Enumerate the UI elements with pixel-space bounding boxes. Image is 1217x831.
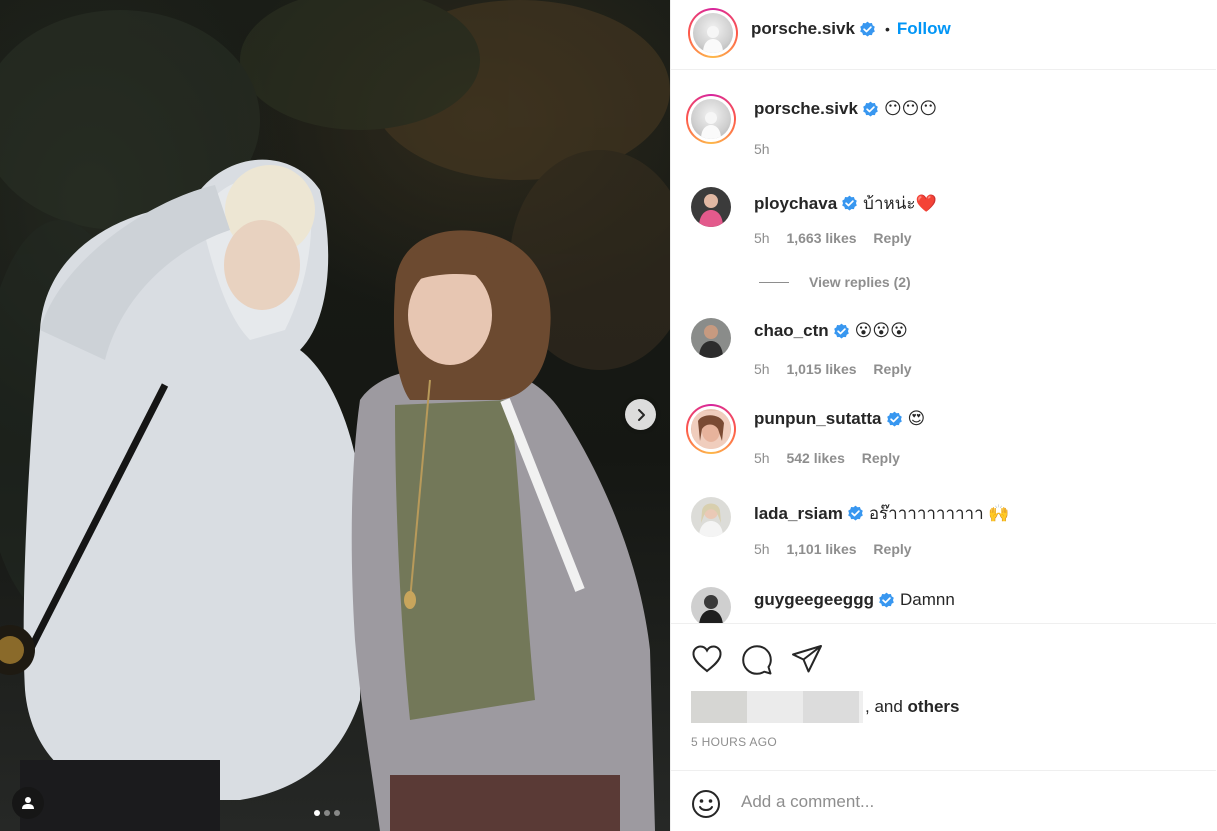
comment-username[interactable]: chao_ctn (754, 321, 829, 341)
caption-text: 😶😶😶 (883, 99, 938, 118)
verified-badge-icon (833, 323, 849, 338)
commenter-avatar[interactable] (686, 404, 736, 454)
header-separator: • (884, 21, 890, 37)
comment-time[interactable]: 5h (754, 361, 770, 377)
comment-time[interactable]: 5h (754, 230, 770, 246)
avatar-photo (703, 26, 723, 53)
verified-badge-icon (863, 101, 878, 116)
post-actions: , and others 5 HOURS AGO (671, 623, 1216, 770)
avatar-photo (691, 497, 731, 537)
tagged-users-button[interactable] (12, 787, 44, 819)
liked-by-avatar-blurred (803, 691, 859, 723)
commenter-avatar[interactable] (691, 318, 731, 358)
avatar-photo (692, 411, 730, 449)
verified-badge-icon (860, 21, 875, 36)
verified-badge-icon (886, 411, 902, 426)
avatar-photo (691, 187, 731, 227)
commenter-avatar[interactable] (691, 587, 731, 623)
comment-likes[interactable]: 1,015 likes (786, 361, 856, 377)
carousel-dot (324, 810, 330, 816)
chevron-right-icon (637, 408, 645, 421)
commenter-avatar[interactable] (691, 187, 731, 227)
liked-by[interactable]: , and others (691, 691, 960, 723)
caption-username[interactable]: porsche.sivk (754, 99, 858, 119)
comments-list[interactable]: porsche.sivk 😶😶😶 5h ploychava บ้าหน่ะ❤️ … (671, 71, 1216, 623)
view-replies-label[interactable]: View replies (2) (809, 274, 911, 290)
reply-button[interactable]: Reply (862, 450, 900, 466)
comment-text: อร๊าาาาาาาาาา 🙌 (868, 504, 1010, 523)
caption-avatar[interactable] (686, 94, 736, 144)
comment-username[interactable]: punpun_sutatta (754, 409, 882, 429)
avatar-photo (691, 318, 731, 358)
comment-text: บ้าหน่ะ❤️ (863, 194, 937, 213)
liked-by-others-link[interactable]: others (908, 697, 960, 716)
next-photo-button[interactable] (625, 399, 656, 430)
reply-button[interactable]: Reply (873, 361, 911, 377)
liked-by-avatar-blurred (859, 691, 863, 723)
verified-badge-icon (879, 592, 894, 607)
liked-by-conjunction: , and (865, 697, 903, 716)
heart-icon[interactable] (691, 644, 723, 674)
carousel-dot-active (314, 810, 320, 816)
avatar-photo (691, 587, 731, 623)
comment-time[interactable]: 5h (754, 450, 770, 466)
avatar-photo (701, 112, 721, 139)
comment-text: Damnn (899, 590, 955, 609)
commenter-avatar[interactable] (691, 497, 731, 537)
caption-time[interactable]: 5h (754, 141, 770, 157)
comment-username[interactable]: ploychava (754, 194, 837, 214)
comment-text: 😮😮😮 (854, 321, 908, 340)
post-timestamp[interactable]: 5 HOURS AGO (691, 735, 777, 749)
smiley-icon[interactable] (691, 789, 721, 819)
comment-time[interactable]: 5h (754, 541, 770, 557)
post-photo[interactable] (0, 0, 670, 831)
author-username[interactable]: porsche.sivk (751, 19, 855, 39)
view-replies-button[interactable]: View replies (2) (759, 274, 911, 290)
liked-by-avatar-blurred (747, 691, 803, 723)
comment-bubble-icon[interactable] (741, 644, 773, 676)
replies-divider (759, 281, 789, 283)
comment-likes[interactable]: 542 likes (786, 450, 844, 466)
follow-button[interactable]: Follow (897, 19, 951, 39)
carousel-indicator (314, 810, 340, 816)
user-tag-icon (22, 797, 34, 809)
comment-text: 😍 (907, 409, 926, 428)
reply-button[interactable]: Reply (873, 541, 911, 557)
verified-badge-icon (842, 195, 857, 211)
add-comment-bar (671, 770, 1216, 831)
verified-badge-icon (848, 505, 863, 521)
post-detail-panel: porsche.sivk • Follow porsche.sivk 😶😶😶 5… (670, 0, 1217, 831)
liked-by-avatar-blurred (691, 691, 747, 723)
comment-input[interactable] (741, 787, 1181, 817)
post-header: porsche.sivk • Follow (671, 0, 1216, 70)
carousel-dot (334, 810, 340, 816)
author-avatar[interactable] (688, 8, 738, 58)
photo-illustration (0, 0, 670, 831)
comment-username[interactable]: guygeegeeggg (754, 590, 874, 610)
reply-button[interactable]: Reply (873, 230, 911, 246)
comment-likes[interactable]: 1,101 likes (786, 541, 856, 557)
comment-likes[interactable]: 1,663 likes (786, 230, 856, 246)
comment-username[interactable]: lada_rsiam (754, 504, 843, 524)
paper-plane-icon[interactable] (791, 644, 823, 674)
